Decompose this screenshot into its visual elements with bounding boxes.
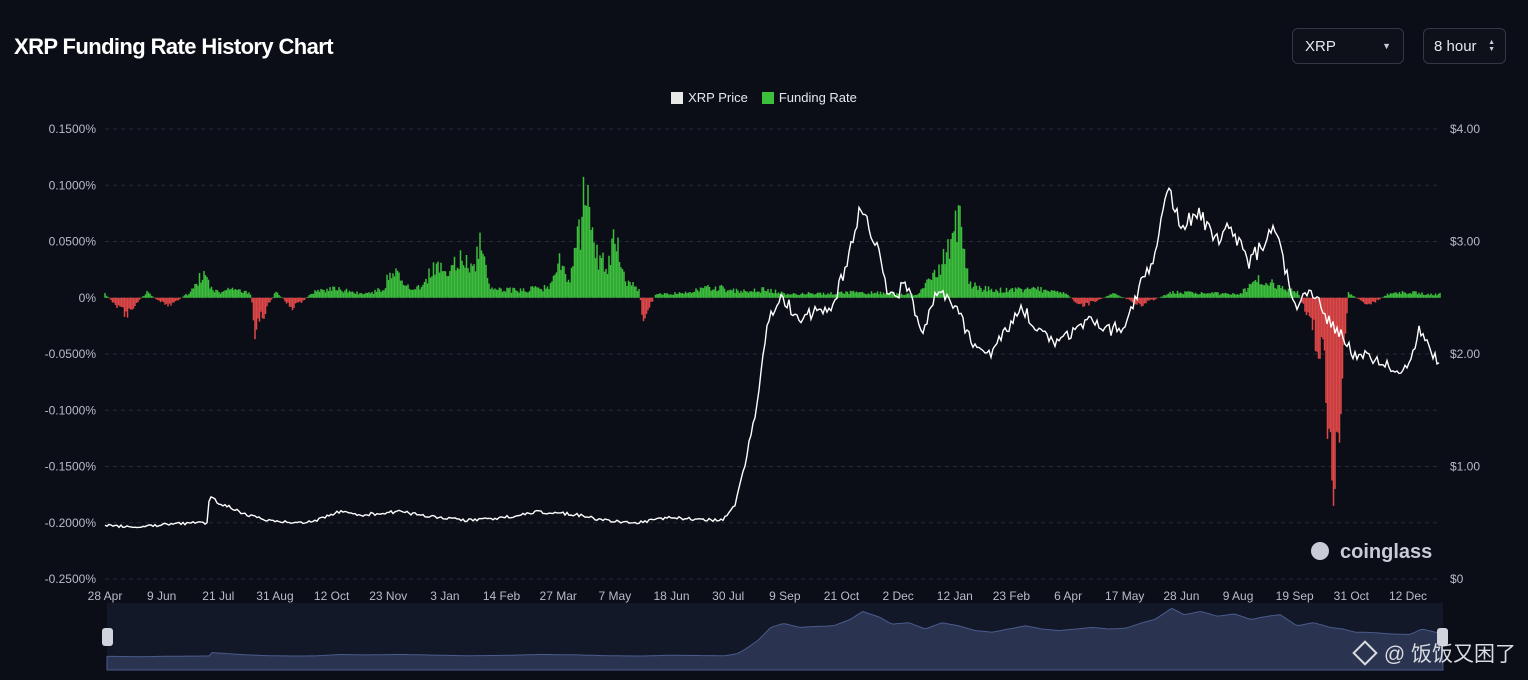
x-tick-label: 21 Oct [824,589,860,603]
y-left-tick-label: 0.1500% [49,122,97,136]
y-axis-left: 0.1500% 0.1000% 0.0500% 0% -0.0500% -0.1000% -… [45,122,97,586]
x-tick-label: 19 Sep [1276,589,1314,603]
y-left-tick-label: -0.1500% [45,460,97,474]
price-series: coinglass [104,186,1440,563]
watermark: @ 饭饭又困了 [1352,638,1516,668]
y-left-tick-label: 0.1000% [49,178,97,192]
x-tick-label: 28 Jun [1163,589,1199,603]
grid-lines [105,128,1440,580]
chart-canvas: 0.1500% 0.1000% 0.0500% 0% -0.0500% -0.1000% -… [45,122,1480,671]
y-left-tick-label: -0.2500% [45,572,97,586]
y-right-tick-label: $0 [1450,572,1464,586]
x-tick-label: 21 Jul [202,589,234,603]
x-tick-label: 7 May [599,589,632,603]
x-tick-label: 14 Feb [483,589,521,603]
y-left-tick-label: -0.2000% [45,516,97,530]
x-tick-label: 28 Apr [88,589,123,603]
price-line [104,186,1440,529]
x-tick-label: 23 Nov [369,589,407,603]
x-tick-label: 12 Dec [1389,589,1427,603]
y-right-tick-label: $1.00 [1450,460,1480,474]
y-right-tick-label: $2.00 [1450,347,1480,361]
funding-rate-series [104,176,1441,506]
x-axis: 28 Apr 9 Jun 21 Jul 31 Aug 12 Oct 23 Nov 3 Jan… [88,589,1427,603]
coinglass-watermark: coinglass [1340,541,1432,563]
x-tick-label: 18 Jun [654,589,690,603]
x-tick-label: 9 Jun [147,589,176,603]
x-tick-label: 3 Jan [430,589,459,603]
y-right-tick-label: $3.00 [1450,235,1480,249]
x-tick-label: 12 Oct [314,589,350,603]
range-navigator[interactable] [102,603,1448,671]
y-left-tick-label: -0.1000% [45,403,97,417]
x-tick-label: 27 Mar [540,589,577,603]
x-tick-label: 12 Jan [937,589,973,603]
x-tick-label: 23 Feb [993,589,1031,603]
watermark-author: @ 饭饭又困了 [1383,643,1516,666]
x-tick-label: 31 Oct [1334,589,1370,603]
x-tick-label: 17 May [1105,589,1144,603]
coinglass-logo-icon [1311,542,1329,560]
x-tick-label: 6 Apr [1054,589,1082,603]
x-tick-label: 31 Aug [256,589,293,603]
x-tick-label: 30 Jul [712,589,744,603]
y-left-tick-label: 0.0500% [49,235,97,249]
y-left-tick-label: -0.0500% [45,347,97,361]
x-tick-label: 2 Dec [882,589,913,603]
y-axis-right: $4.00 $3.00 $2.00 $1.00 $0 [1450,122,1480,586]
navigator-left-handle[interactable] [102,628,113,646]
y-left-tick-label: 0% [79,291,97,305]
x-tick-label: 9 Aug [1223,589,1254,603]
y-right-tick-label: $4.00 [1450,122,1480,136]
diamond-icon [1352,640,1378,666]
x-tick-label: 9 Sep [769,589,801,603]
